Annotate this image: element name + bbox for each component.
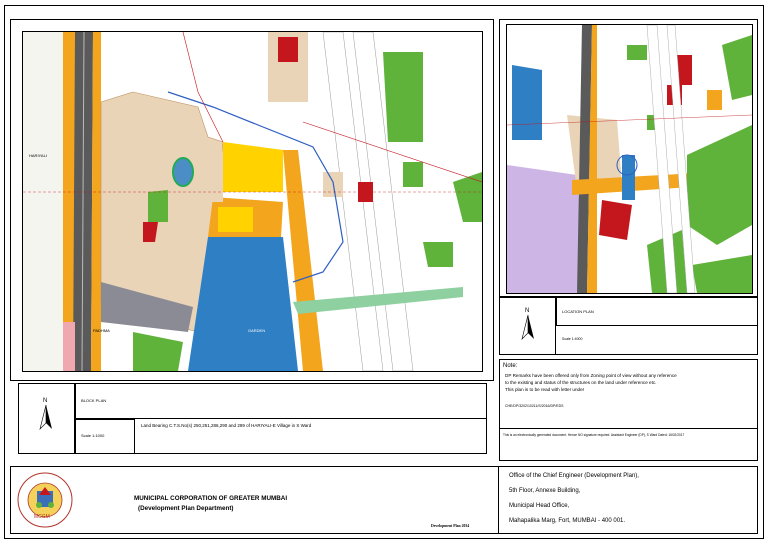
block-plan-map[interactable]: HARIYALI PADHMA GARDEN <box>22 31 483 372</box>
location-plan-north-arrow-icon: N <box>520 305 536 341</box>
block-plan-title: BLOCK PLAN <box>81 398 107 403</box>
location-plan-title: LOCATION PLAN <box>562 309 594 314</box>
location-plan-north-label: N <box>525 308 529 314</box>
block-plan-north-arrow-icon: N <box>38 395 54 431</box>
org-name: MUNICIPAL CORPORATION OF GREATER MUMBAI <box>134 495 288 502</box>
map-label-1: HARIYALI <box>29 153 47 158</box>
svg-text:MCGM: MCGM <box>34 514 50 520</box>
address-line-4: Mahapalika Marg, Fort, MUMBAI - 400 001. <box>509 518 626 524</box>
block-plan-land-description: Land Bearing C.T.S.No(s) 250,251,286,290… <box>141 423 312 428</box>
note-line-3: This plan is to be read with letter unde… <box>505 387 585 392</box>
block-plan-north-label: N <box>43 398 47 404</box>
location-plan-map[interactable] <box>506 24 753 294</box>
note-reference: CHE/DP/3202/10211/S/2016/DP/EDS <box>505 404 564 408</box>
address-line-2: 5th Floor, Annexe Building, <box>509 488 581 494</box>
address-line-1: Office of the Chief Engineer (Developmen… <box>509 473 639 479</box>
address-line-3: Municipal Head Office, <box>509 503 570 509</box>
mcgm-seal-logo: MCGM <box>16 471 74 529</box>
note-disclaimer: This is an electronically generated docu… <box>503 433 685 437</box>
block-plan-scale: Scale 1:1000 <box>81 433 105 438</box>
note-line-1: DP Remarks have been offered only from Z… <box>505 373 677 378</box>
plan-label: Development Plan 2034 <box>431 524 470 528</box>
dept-name: (Development Plan Department) <box>138 505 234 512</box>
note-line-2: to the existing and status of the struct… <box>505 380 657 385</box>
map-label-3: GARDEN <box>248 328 265 333</box>
map-label-2: PADHMA <box>93 328 110 333</box>
location-plan-scale: Scale 1:4000 <box>562 337 583 341</box>
note-heading: Note: <box>503 363 518 369</box>
block-plan-title-row <box>75 383 487 419</box>
